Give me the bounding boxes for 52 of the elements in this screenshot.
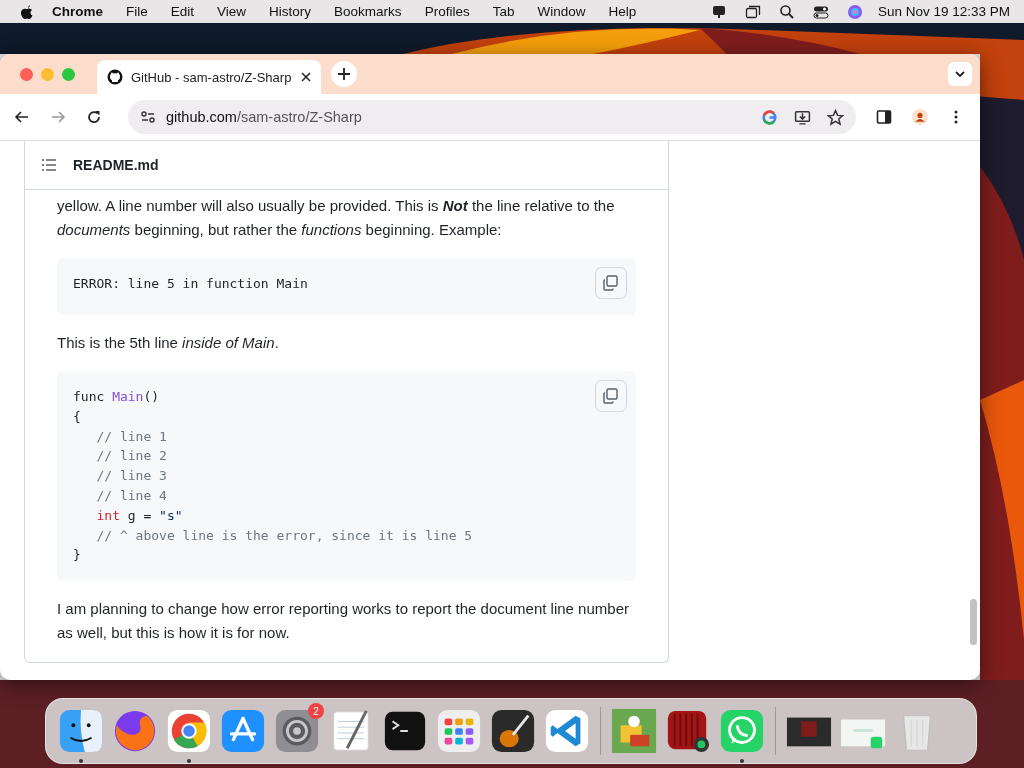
new-tab-button[interactable] xyxy=(331,61,357,87)
paragraph: This is the 5th line inside of Main. xyxy=(57,333,280,353)
search-icon[interactable] xyxy=(778,3,795,20)
menu-item[interactable]: Tab xyxy=(492,4,515,19)
siri-icon[interactable] xyxy=(846,3,863,20)
menu-item[interactable]: Help xyxy=(608,4,637,19)
menu-item[interactable]: File xyxy=(126,4,148,19)
menu-item[interactable]: Chrome xyxy=(52,4,103,19)
code-text: ERROR: line 5 in function Main xyxy=(73,275,308,293)
copy-button[interactable] xyxy=(595,267,627,299)
chrome-icon[interactable] xyxy=(166,708,212,754)
forward-button[interactable] xyxy=(50,109,66,125)
outline-icon[interactable] xyxy=(41,157,57,173)
menu-item[interactable]: Window xyxy=(537,4,586,19)
side-panel-icon[interactable] xyxy=(876,109,892,125)
star-icon[interactable] xyxy=(827,108,844,126)
browser-tab[interactable]: GitHub - sam-astro/Z-Sharp xyxy=(97,60,321,94)
tab-search-button[interactable] xyxy=(948,62,972,86)
clock[interactable]: Sun Nov 19 12:33 PM xyxy=(877,4,1010,19)
windows-icon[interactable] xyxy=(744,3,761,20)
finder-icon[interactable] xyxy=(58,708,104,754)
close-icon[interactable] xyxy=(301,72,311,82)
menu-item[interactable]: History xyxy=(269,4,312,19)
scrollbar-thumb[interactable] xyxy=(970,599,977,645)
fox-icon[interactable] xyxy=(112,708,158,754)
code-editor-icon[interactable] xyxy=(544,708,590,754)
paragraph: yellow. A line number will also usually be provided. This is Not the line relative to the documents beginning, but rather the functions beginning. Example: xyxy=(57,196,616,240)
reload-button[interactable] xyxy=(86,109,102,125)
camera-icon[interactable] xyxy=(665,708,711,754)
menu-item[interactable]: Bookmarks xyxy=(334,4,402,19)
display-icon[interactable] xyxy=(710,3,727,20)
notification-badge: 2 xyxy=(308,703,324,719)
menu-item[interactable]: Profiles xyxy=(424,4,470,19)
google-icon[interactable] xyxy=(761,108,778,126)
grid-icon[interactable] xyxy=(436,708,482,754)
paragraph: I am planning to change how error reporting works to report the document line number as well, but this is how it is for now. xyxy=(57,599,630,644)
install-icon[interactable] xyxy=(794,108,811,126)
gear-icon[interactable] xyxy=(274,708,320,754)
back-button[interactable] xyxy=(14,109,30,125)
app-store-icon[interactable] xyxy=(220,708,266,754)
profile-avatar[interactable] xyxy=(912,109,928,125)
menu-item[interactable]: Edit xyxy=(170,4,195,19)
address-bar[interactable]: github.com/sam-astro/Z-Sharp xyxy=(128,100,856,134)
apple-icon[interactable] xyxy=(20,3,34,20)
guitar-icon[interactable] xyxy=(490,708,536,754)
copy-button[interactable] xyxy=(595,380,627,412)
site-settings-icon[interactable] xyxy=(140,109,156,125)
file-title: README.md xyxy=(73,157,159,173)
menu-item[interactable]: View xyxy=(217,4,247,19)
game-icon[interactable] xyxy=(611,708,657,754)
github-icon xyxy=(107,69,123,85)
code-text: func Main() { // line 1 // line 2 // line 3 // line 4 int g = "s" // ^ above line is the error, since it is line 5 } xyxy=(73,388,473,565)
